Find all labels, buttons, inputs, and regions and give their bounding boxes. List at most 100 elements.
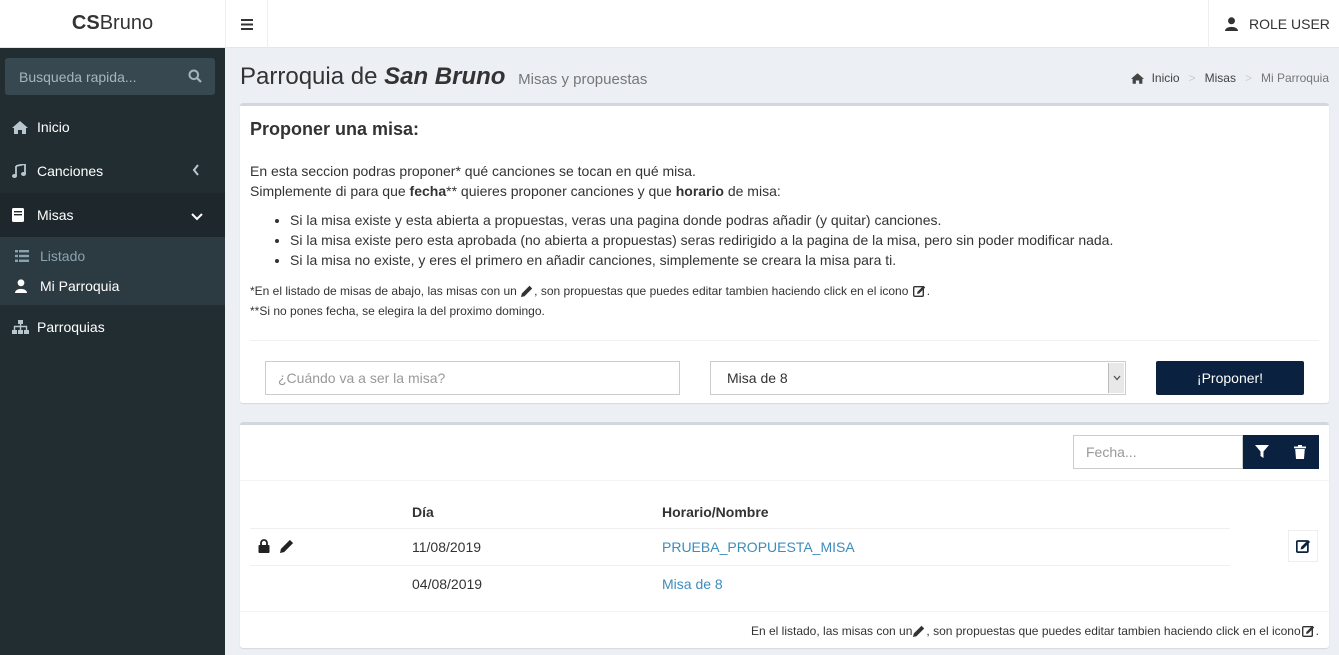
list-icon [15, 250, 29, 262]
intro-bold-horario: horario [675, 183, 724, 199]
edit-icon [912, 285, 925, 297]
sidebar-subitem-label: Mi Parroquia [40, 278, 120, 294]
sidebar-toggle-button[interactable] [225, 0, 268, 48]
list-item: Si la misa no existe, y eres el primero … [290, 250, 1113, 270]
lock-icon [258, 539, 270, 553]
propose-mass-box: Proponer una misa: En esta seccion podra… [240, 103, 1329, 403]
intro-line-2: Simplemente di para que fecha** quieres … [250, 181, 781, 201]
content-header: Parroquia de San Bruno Misas y propuesta… [240, 62, 1329, 96]
page-title-prefix: Parroquia de [240, 63, 378, 90]
top-navbar: ROLE USER [225, 0, 1339, 48]
note-text: , son propuestas que puedes editar tambi… [534, 284, 909, 298]
sidebar: Busqueda rapida... Inicio Canciones Misa… [0, 48, 225, 655]
breadcrumb: Inicio > Misas > Mi Parroquia [1130, 71, 1329, 85]
propose-intro: En esta seccion podras proponer* qué can… [250, 161, 781, 201]
quick-search-input[interactable]: Busqueda rapida... [5, 58, 215, 95]
user-menu[interactable]: ROLE USER [1208, 0, 1339, 48]
mass-schedule-value: Misa de 8 [727, 370, 788, 386]
note-2: **Si no pones fecha, se elegira la del p… [250, 304, 545, 318]
footer-text: En el listado, las misas con un [750, 624, 913, 638]
search-icon[interactable] [188, 69, 202, 83]
breadcrumb-link-inicio[interactable]: Inicio [1152, 71, 1180, 85]
pencil-icon [913, 625, 925, 637]
edit-icon [1301, 625, 1314, 637]
trash-icon [1294, 445, 1306, 459]
chevron-left-icon [192, 164, 199, 176]
home-icon [12, 120, 28, 134]
user-role-label: ROLE USER [1249, 16, 1330, 32]
propose-button[interactable]: ¡Proponer! [1156, 361, 1304, 395]
logo-bold: CS [71, 12, 100, 34]
table-row: 11/08/2019 PRUEBA_PROPUESTA_MISA [250, 528, 1230, 565]
propose-rules-list: Si la misa existe y esta abierta a propu… [290, 210, 1113, 270]
app-logo[interactable]: CSBruno [0, 0, 225, 48]
user-icon [1225, 17, 1238, 31]
page-title-parish: San Bruno [384, 63, 506, 90]
pencil-icon[interactable] [280, 539, 294, 553]
sitemap-icon [12, 320, 29, 334]
sidebar-subitem-listado[interactable]: Listado [0, 241, 225, 271]
quick-search-placeholder: Busqueda rapida... [19, 68, 137, 85]
sidebar-item-label: Parroquias [37, 319, 105, 335]
divider [240, 480, 1329, 481]
sidebar-item-canciones[interactable]: Canciones [0, 149, 225, 193]
footer-text: . [1315, 624, 1319, 638]
clear-filter-button[interactable] [1281, 435, 1319, 469]
chevron-down-icon [1113, 375, 1120, 381]
note-text: . [926, 284, 931, 298]
mass-date-input[interactable]: ¿Cuándo va a ser la misa? [265, 361, 680, 395]
edit-mass-button[interactable] [1288, 530, 1318, 562]
intro-text: de misa: [727, 183, 781, 199]
note-1: *En el listado de misas de abajo, las mi… [250, 281, 930, 301]
propose-notes: *En el listado de misas de abajo, las mi… [250, 281, 930, 321]
edit-icon [1295, 540, 1310, 553]
select-arrow[interactable] [1108, 363, 1124, 393]
divider [250, 340, 1319, 341]
breadcrumb-link-misas[interactable]: Misas [1205, 71, 1236, 85]
row-date: 04/08/2019 [412, 576, 483, 592]
row-status-icons [258, 539, 294, 553]
intro-text: ** quieres proponer canciones y que [446, 183, 672, 199]
mass-schedule-select[interactable]: Misa de 8 [710, 361, 1126, 395]
sidebar-item-label: Canciones [37, 163, 104, 179]
intro-text: Simplemente di para que [250, 183, 406, 199]
sidebar-item-misas[interactable]: Misas [0, 193, 225, 237]
mass-listing-box: Fecha... Día Horario/Nombre 11/08/2019 P… [240, 422, 1329, 648]
column-header-day: Día [412, 504, 434, 520]
column-header-name: Horario/Nombre [662, 504, 769, 520]
date-filter-input[interactable]: Fecha... [1073, 435, 1243, 469]
sidebar-item-inicio[interactable]: Inicio [0, 105, 225, 149]
sidebar-subitem-label: Listado [40, 248, 86, 264]
breadcrumb-separator: > [1188, 71, 1196, 85]
breadcrumb-separator: > [1244, 71, 1252, 85]
filter-button[interactable] [1243, 435, 1281, 469]
home-icon [1130, 72, 1144, 84]
footer-text: , son propuestas que puedes editar tambi… [926, 624, 1301, 638]
user-icon [15, 279, 27, 293]
music-icon [12, 164, 26, 178]
row-date: 11/08/2019 [412, 539, 482, 555]
row-mass-link[interactable]: Misa de 8 [662, 576, 723, 592]
filter-icon [1255, 445, 1269, 458]
intro-line-1: En esta seccion podras proponer* qué can… [250, 163, 696, 179]
book-icon [12, 208, 24, 222]
listing-footer-note: En el listado, las misas con un , son pr… [751, 624, 1319, 638]
misas-submenu: Listado Mi Parroquia [0, 237, 225, 305]
pencil-icon [521, 285, 533, 297]
sidebar-item-parroquias[interactable]: Parroquias [0, 305, 225, 349]
breadcrumb-current: Mi Parroquia [1260, 71, 1329, 85]
mass-date-placeholder: ¿Cuándo va a ser la misa? [278, 370, 446, 386]
list-item: Si la misa existe pero esta aprobada (no… [290, 230, 1113, 250]
propose-title: Proponer una misa: [250, 119, 420, 139]
list-item: Si la misa existe y esta abierta a propu… [290, 210, 1113, 230]
page-subtitle: Misas y propuestas [518, 71, 648, 88]
hamburger-icon [240, 18, 253, 30]
table-row: 04/08/2019 Misa de 8 [250, 565, 1230, 602]
note-text: *En el listado de misas de abajo, las mi… [250, 284, 517, 298]
sidebar-subitem-mi-parroquia[interactable]: Mi Parroquia [0, 271, 225, 301]
sidebar-item-label: Misas [37, 207, 74, 223]
sidebar-item-label: Inicio [37, 119, 70, 135]
logo-rest: Bruno [99, 12, 154, 34]
divider [240, 611, 1329, 612]
row-mass-link[interactable]: PRUEBA_PROPUESTA_MISA [662, 539, 855, 555]
